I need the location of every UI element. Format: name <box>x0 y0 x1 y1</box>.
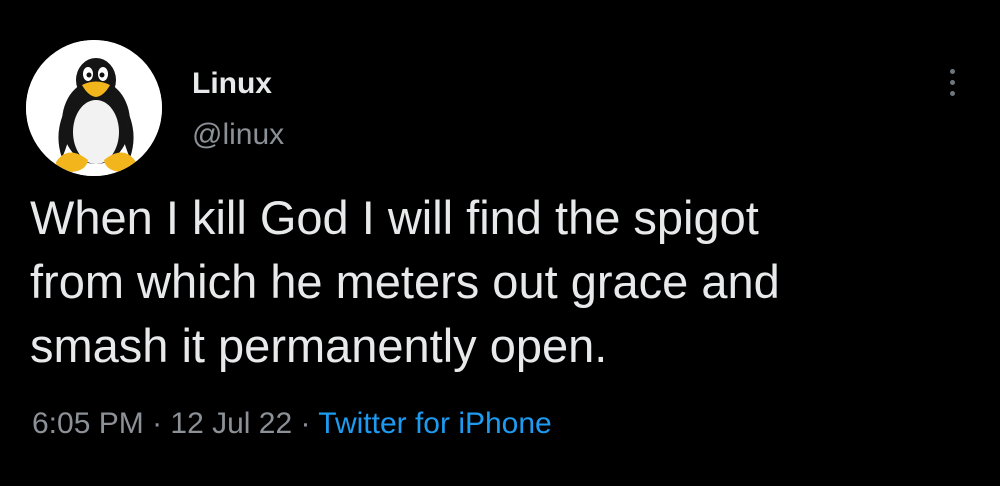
separator: · <box>292 407 319 440</box>
tweet-date[interactable]: 12 Jul 22 <box>170 407 292 440</box>
user-handle[interactable]: @linux <box>192 117 284 153</box>
display-name[interactable]: Linux <box>192 66 272 102</box>
tweet-text-line: smash it permanently open. <box>30 319 608 372</box>
tweet-card: Linux @linux When I kill God I will find… <box>0 0 1000 486</box>
tweet-text-line: from which he meters out grace and <box>30 255 780 308</box>
separator: · <box>143 407 171 440</box>
tweet-time[interactable]: 6:05 PM <box>32 407 144 440</box>
tweet-text: When I kill God I will find the spigot f… <box>30 186 970 378</box>
tweet-text-line: When I kill God I will find the spigot <box>30 191 759 244</box>
more-vertical-icon <box>949 90 955 96</box>
tweet-metadata: 6:05 PM · 12 Jul 22 · Twitter for iPhone <box>32 404 552 444</box>
more-vertical-icon <box>949 68 955 74</box>
more-vertical-icon <box>949 79 955 85</box>
avatar[interactable] <box>26 40 162 176</box>
tweet-source-link[interactable]: Twitter for iPhone <box>318 407 551 440</box>
more-options-button[interactable] <box>934 56 970 108</box>
tux-penguin-icon <box>26 40 162 176</box>
